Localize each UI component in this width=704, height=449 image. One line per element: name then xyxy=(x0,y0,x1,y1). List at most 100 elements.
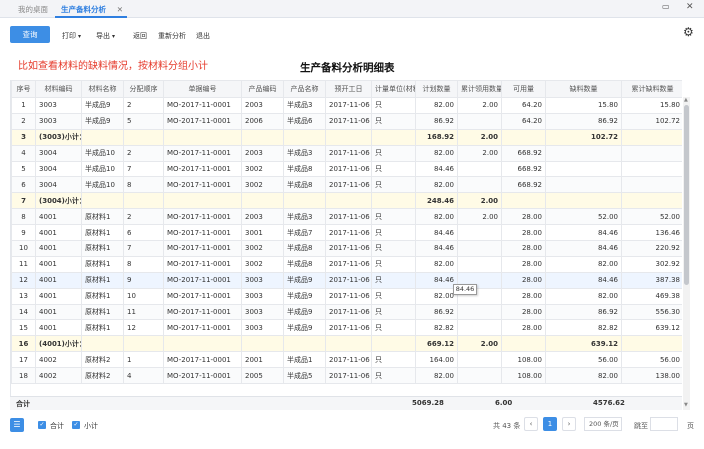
column-header[interactable]: 产品名称 xyxy=(283,80,326,98)
column-header[interactable]: 单据编号 xyxy=(163,80,242,98)
menu-icon[interactable]: ☰ xyxy=(10,418,24,432)
column-header[interactable]: 分配顺序 xyxy=(123,80,164,98)
table-row[interactable]: 6 3004 半成品10 8 MO-2017-11-0001 3002 半成品8 2017-1… xyxy=(11,176,682,194)
goto-page-input[interactable] xyxy=(650,417,678,431)
table-cell: 7 xyxy=(123,240,164,257)
close-icon[interactable]: ✕ xyxy=(117,3,123,17)
table-cell: 52.00 xyxy=(545,208,622,226)
table-row[interactable]: 4 3004 半成品10 2 MO-2017-11-0001 2003 半成品3 2017-1… xyxy=(11,144,682,162)
table-cell: 28.00 xyxy=(501,240,546,257)
table-cell: 只 xyxy=(371,240,416,257)
reanalyze-button[interactable]: 重新分析 xyxy=(158,31,186,41)
chevron-down-icon: ▾ xyxy=(112,33,116,40)
total-checkbox[interactable]: ✓ xyxy=(38,421,46,429)
table-cell xyxy=(457,303,502,321)
table-cell: 82.00 xyxy=(415,144,458,162)
subtotal-checkbox[interactable]: ✓ xyxy=(72,421,80,429)
table-cell: 4001 xyxy=(35,208,82,226)
column-header[interactable]: 累计领用数量 xyxy=(457,80,502,98)
table-cell: 3003 xyxy=(241,303,284,321)
column-header[interactable]: 材料编码 xyxy=(35,80,82,98)
table-row[interactable]: 17 4002 原材料2 1 MO-2017-11-0001 2001 半成品1 2017-1… xyxy=(11,351,682,369)
table-cell: 半成品5 xyxy=(283,367,326,385)
print-menu[interactable]: 打印 ▾ xyxy=(62,31,81,41)
table-cell: 2.00 xyxy=(457,144,502,162)
table-cell xyxy=(241,192,284,210)
table-footer-total: 合计 5069.28 6.00 4576.62 xyxy=(10,396,682,410)
column-header[interactable]: 累计缺料数量 xyxy=(621,80,682,98)
table-cell: 4001 xyxy=(35,319,82,337)
subtotal-row[interactable]: 7 (3004)小计： 248.46 2.00 xyxy=(11,192,682,210)
column-header[interactable]: 计量单位(材料) xyxy=(371,80,416,98)
table-row[interactable]: 12 4001 原材料1 9 MO-2017-11-0001 3003 半成品9 2017-1… xyxy=(11,271,682,289)
table-cell xyxy=(457,160,502,178)
column-header[interactable]: 缺料数量 xyxy=(545,80,622,98)
column-header[interactable]: 产品编码 xyxy=(241,80,284,98)
subtotal-row[interactable]: 16 (4001)小计： 669.12 2.00 639.12 xyxy=(11,335,682,353)
page-size-select[interactable]: 200 条/页 xyxy=(584,417,622,431)
table-cell: MO-2017-11-0001 xyxy=(163,271,242,289)
table-cell xyxy=(325,335,372,353)
table-cell: 138.00 xyxy=(621,367,682,385)
table-row[interactable]: 11 4001 原材料1 8 MO-2017-11-0001 3002 半成品8 2017-1… xyxy=(11,255,682,273)
scroll-up-icon[interactable]: ▲ xyxy=(684,97,688,103)
table-cell xyxy=(501,192,546,210)
table-row[interactable]: 18 4002 原材料2 4 MO-2017-11-0001 2005 半成品5 2017-1… xyxy=(11,367,682,385)
table-cell: 只 xyxy=(371,97,416,114)
restore-icon[interactable]: ▭ xyxy=(662,2,670,11)
table-row[interactable]: 2 3003 半成品9 5 MO-2017-11-0001 2006 半成品6 2017-11… xyxy=(11,112,682,130)
table-cell: 3003 xyxy=(241,271,284,289)
gear-icon[interactable]: ⚙ xyxy=(683,25,694,39)
table-cell: 82.82 xyxy=(545,319,622,337)
table-row[interactable]: 10 4001 原材料1 7 MO-2017-11-0001 3002 半成品8 2017-1… xyxy=(11,240,682,257)
table-row[interactable]: 9 4001 原材料1 6 MO-2017-11-0001 3001 半成品7 2017-11… xyxy=(11,224,682,242)
query-button[interactable]: 查询 xyxy=(10,26,50,43)
column-header[interactable]: 序号 xyxy=(11,80,36,98)
column-header[interactable]: 计划数量 xyxy=(415,80,458,98)
table-cell: 只 xyxy=(371,271,416,289)
report-title: 生产备料分析明细表 xyxy=(300,62,395,74)
export-menu[interactable]: 导出 ▾ xyxy=(96,31,115,41)
table-row[interactable]: 15 4001 原材料1 12 MO-2017-11-0001 3003 半成品9 2017-… xyxy=(11,319,682,337)
column-header[interactable]: 可用量 xyxy=(501,80,546,98)
back-button[interactable]: 返回 xyxy=(133,31,147,41)
table-row[interactable]: 1 3003 半成品9 2 MO-2017-11-0001 2003 半成品3 2017-11… xyxy=(11,97,682,114)
scroll-down-icon[interactable]: ▼ xyxy=(684,402,688,408)
subtotal-row[interactable]: 3 (3003)小计： 168.92 2.00 102.72 xyxy=(11,128,682,146)
exit-button[interactable]: 退出 xyxy=(196,31,210,41)
table-row[interactable]: 14 4001 原材料1 11 MO-2017-11-0001 3003 半成品9 2017-… xyxy=(11,303,682,321)
table-cell: (3004)小计： xyxy=(35,192,82,210)
tab-home[interactable]: 我的桌面 xyxy=(18,3,48,18)
table-cell: 2005 xyxy=(241,367,284,385)
table-cell: 半成品10 xyxy=(81,160,124,178)
table-cell xyxy=(81,128,124,146)
table-cell: 3004 xyxy=(35,160,82,178)
table-cell: 半成品7 xyxy=(283,224,326,242)
table-cell: 5 xyxy=(11,160,36,178)
table-cell: 半成品3 xyxy=(283,97,326,114)
next-page-button[interactable]: › xyxy=(562,417,576,431)
table-cell xyxy=(371,128,416,146)
page-1-button[interactable]: 1 xyxy=(543,417,557,431)
scrollbar-thumb[interactable] xyxy=(684,105,689,285)
table-cell: 原材料1 xyxy=(81,303,124,321)
table-cell: 28.00 xyxy=(501,255,546,273)
column-header[interactable]: 预开工日 xyxy=(325,80,372,98)
table-cell: 3 xyxy=(11,128,36,146)
table-cell: 668.92 xyxy=(501,160,546,178)
table-cell: 84.46 xyxy=(415,224,458,242)
table-cell xyxy=(457,319,502,337)
table-row[interactable]: 5 3004 半成品10 7 MO-2017-11-0001 3002 半成品8 2017-1… xyxy=(11,160,682,178)
table-cell: 84.46 xyxy=(545,240,622,257)
prev-page-button[interactable]: ‹ xyxy=(524,417,538,431)
table-cell: 3002 xyxy=(241,176,284,194)
table-cell: 220.92 xyxy=(621,240,682,257)
column-header[interactable]: 材料名称 xyxy=(81,80,124,98)
table-row[interactable]: 13 4001 原材料1 10 MO-2017-11-0001 3003 半成品9 2017-… xyxy=(11,287,682,305)
vertical-scrollbar[interactable] xyxy=(683,97,690,410)
table-cell: 639.12 xyxy=(621,319,682,337)
window-close-icon[interactable]: ✕ xyxy=(686,2,694,12)
table-row[interactable]: 8 4001 原材料1 2 MO-2017-11-0001 2003 半成品3 2017-11… xyxy=(11,208,682,226)
tab-production-analysis[interactable]: 生产备料分析 ✕ xyxy=(55,3,127,18)
table-cell: 10 xyxy=(11,240,36,257)
